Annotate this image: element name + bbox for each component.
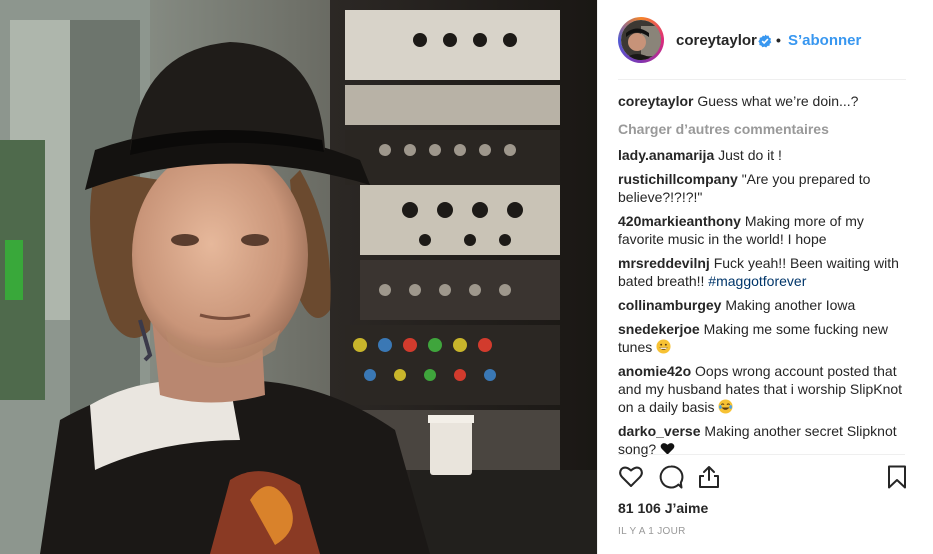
- hashtag-link[interactable]: #maggotforever: [708, 273, 806, 289]
- comment-username[interactable]: collinamburgey: [618, 297, 721, 313]
- comments-list: coreytaylor Guess what we’re doin...? Ch…: [618, 92, 910, 464]
- actions-divider: [618, 454, 905, 455]
- comment-username[interactable]: lady.anamarija: [618, 147, 714, 163]
- grinning-face-icon: [656, 339, 671, 354]
- post-photo[interactable]: [0, 0, 597, 554]
- heart-icon[interactable]: [618, 464, 644, 490]
- comment-text: Making another Iowa: [725, 297, 856, 313]
- avatar[interactable]: [621, 20, 661, 60]
- tears-of-joy-face-icon: [718, 399, 733, 414]
- list-item: rustichillcompany "Are you prepared to b…: [618, 170, 910, 206]
- post-timestamp[interactable]: IL Y A 1 JOUR: [618, 526, 686, 537]
- list-item: mrsreddevilnj Fuck yeah!! Been waiting w…: [618, 254, 910, 290]
- comment-username[interactable]: anomie42o: [618, 363, 691, 379]
- separator-dot: •: [776, 32, 781, 48]
- list-item: lady.anamarija Just do it !: [618, 146, 910, 164]
- list-item: 420markieanthony Making more of my favor…: [618, 212, 910, 248]
- header-divider: [618, 79, 906, 80]
- bookmark-icon[interactable]: [884, 464, 910, 490]
- caption: coreytaylor Guess what we’re doin...?: [618, 92, 910, 110]
- comment-text: Just do it !: [718, 147, 782, 163]
- post-sidebar: coreytaylor • S’abonner coreytaylor Gues…: [597, 0, 933, 554]
- comment-username[interactable]: rustichillcompany: [618, 171, 738, 187]
- follow-button[interactable]: S’abonner: [788, 32, 861, 49]
- likes-count[interactable]: 81 106 J’aime: [618, 500, 708, 516]
- load-more-comments-button[interactable]: Charger d’autres commentaires: [618, 120, 910, 138]
- share-icon[interactable]: [696, 464, 722, 490]
- comment-username[interactable]: darko_verse: [618, 423, 701, 439]
- post-header: coreytaylor • S’abonner: [598, 0, 933, 80]
- comment-bubble-icon[interactable]: [658, 464, 684, 490]
- list-item: anomie42o Oops wrong account posted that…: [618, 362, 910, 416]
- studio-selfie-image: [0, 0, 597, 554]
- comment-username[interactable]: snedekerjoe: [618, 321, 700, 337]
- list-item: collinamburgey Making another Iowa: [618, 296, 910, 314]
- verified-badge-icon: [758, 34, 772, 48]
- comment-username[interactable]: 420markieanthony: [618, 213, 741, 229]
- story-ring[interactable]: [618, 17, 664, 63]
- comment-username[interactable]: mrsreddevilnj: [618, 255, 710, 271]
- username-link[interactable]: coreytaylor: [676, 32, 757, 49]
- caption-text: Guess what we’re doin...?: [697, 93, 859, 109]
- list-item: snedekerjoe Making me some fucking new t…: [618, 320, 910, 356]
- list-item: darko_verse Making another secret Slipkn…: [618, 422, 910, 458]
- caption-username[interactable]: coreytaylor: [618, 93, 693, 109]
- instagram-post: coreytaylor • S’abonner coreytaylor Gues…: [0, 0, 933, 554]
